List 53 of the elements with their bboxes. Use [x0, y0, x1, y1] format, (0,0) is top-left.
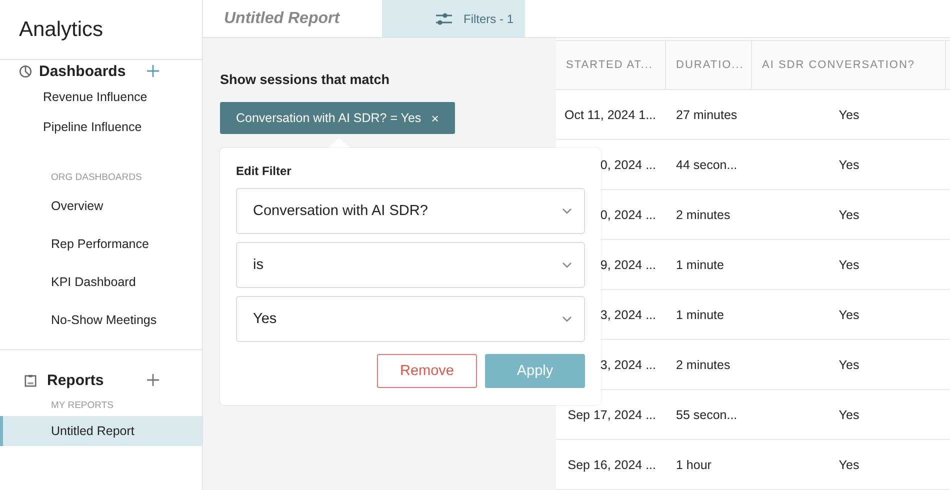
- chevron-down-icon: [562, 316, 572, 322]
- table-cell: 44 secon...: [676, 158, 738, 172]
- section-title: Reports: [47, 372, 104, 388]
- select-field[interactable]: Yes: [236, 296, 585, 342]
- table-cell: Yes: [838, 358, 860, 372]
- table-cell: 3, 2024 ...: [600, 358, 656, 372]
- app-title: Analytics: [19, 18, 104, 42]
- table-cell: 55 secon...: [676, 408, 738, 422]
- plus-icon[interactable]: [147, 65, 159, 77]
- chevron-down-icon: [562, 262, 572, 268]
- sidebar-item[interactable]: Rep Performance: [0, 225, 202, 263]
- filters-tab[interactable]: Filters - 1: [382, 0, 525, 37]
- select-field[interactable]: is: [236, 242, 585, 288]
- sidebar-item[interactable]: KPI Dashboard: [0, 263, 202, 301]
- section-subheading: ORG DASHBOARDS: [50, 171, 143, 185]
- sidebar-item[interactable]: No-Show Meetings: [0, 301, 202, 339]
- clipboard-icon: [24, 374, 37, 386]
- plus-icon[interactable]: [147, 374, 159, 386]
- pie-chart-icon: [19, 64, 32, 78]
- sidebar-item[interactable]: Overview: [0, 187, 202, 225]
- table-cell: Sep 16, 2024 ...: [568, 458, 656, 472]
- table-cell: 1 minute: [676, 308, 724, 322]
- select-field[interactable]: Conversation with AI SDR?: [236, 188, 585, 234]
- table-cell: Yes: [838, 408, 860, 422]
- table-cell: 9, 2024 ...: [600, 258, 656, 272]
- table-cell: Yes: [838, 158, 860, 172]
- sidebar-item[interactable]: Pipeline Influence: [0, 112, 202, 142]
- popover-title: Edit Filter: [236, 164, 292, 178]
- chevron-down-icon: [562, 208, 572, 214]
- table-cell: Yes: [838, 208, 860, 222]
- filter-chip[interactable]: Conversation with AI SDR? = Yes ×: [220, 102, 455, 134]
- table-cell: 2 minutes: [676, 358, 730, 372]
- table-cell: Oct 11, 2024 1...: [564, 108, 656, 122]
- sliders-icon: [435, 12, 454, 26]
- remove-button[interactable]: Remove: [377, 354, 477, 388]
- table-cell: Sep 17, 2024 ...: [568, 408, 656, 422]
- sidebar-item[interactable]: Untitled Report: [0, 416, 202, 446]
- table-cell: 27 minutes: [676, 108, 738, 122]
- table-cell: 1 hour: [676, 458, 712, 472]
- section-title: Dashboards: [39, 62, 126, 80]
- table-cell: Yes: [838, 258, 860, 272]
- table-cell: Yes: [838, 108, 860, 122]
- table-cell: 1 minute: [676, 258, 724, 272]
- filter-heading: Show sessions that match: [220, 72, 391, 87]
- table-cell: Yes: [838, 458, 860, 472]
- table-cell: Yes: [838, 308, 860, 322]
- table-cell: 3, 2024 ...: [600, 308, 656, 322]
- table-cell: 2 minutes: [676, 208, 730, 222]
- sidebar-item[interactable]: Revenue Influence: [0, 82, 202, 112]
- table-cell: 0, 2024 ...: [600, 208, 656, 222]
- report-title: Untitled Report: [223, 8, 342, 28]
- section-subheading: MY REPORTS: [50, 399, 114, 413]
- table-cell: 0, 2024 ...: [600, 158, 656, 172]
